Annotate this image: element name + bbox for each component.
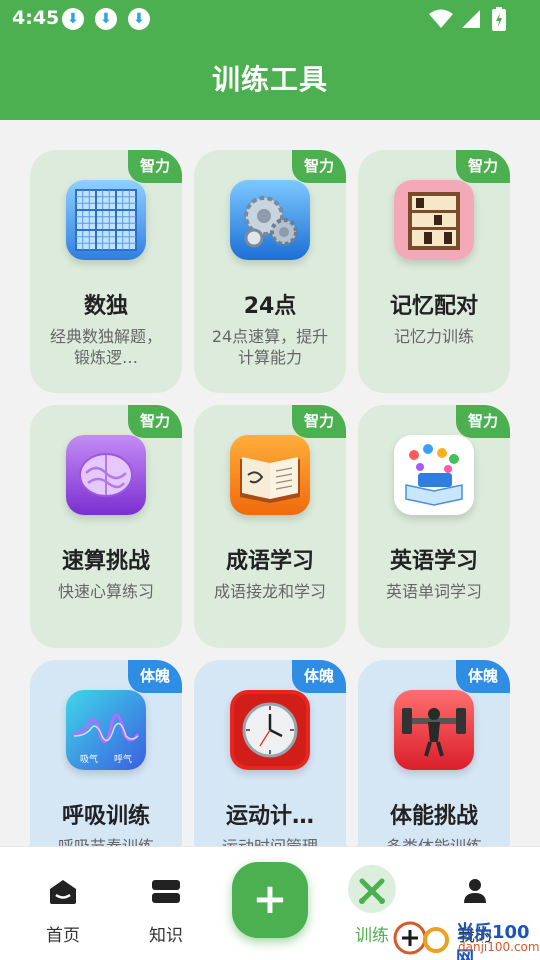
- download-icon: ⬇: [95, 8, 117, 30]
- tool-title: 速算挑战: [61, 549, 150, 574]
- inhale-label: 吸气: [80, 755, 99, 765]
- plus-icon: +: [252, 874, 288, 923]
- tool-card-idiom-learning[interactable]: 智力 成语学习 成语接龙和学习: [194, 405, 346, 648]
- tool-card-fitness-challenge[interactable]: 体魄 体能挑战 多类体能训练: [358, 660, 510, 846]
- status-time: 4:45: [12, 7, 60, 29]
- tool-desc: 成语接龙和学习: [213, 582, 326, 601]
- category-tag: 体魄: [292, 660, 346, 693]
- download-icon: ⬇: [128, 8, 150, 30]
- tool-desc: 24点速算，提升计算能力: [211, 327, 329, 367]
- page-title: 训练工具: [211, 63, 328, 96]
- nav-item-home[interactable]: 首页: [18, 847, 108, 960]
- tool-title: 运动计…: [225, 804, 314, 829]
- add-button[interactable]: +: [232, 862, 308, 938]
- tool-card-24-points[interactable]: 智力 24点 24点速算，提升计算能力: [194, 150, 346, 393]
- category-tag: 智力: [292, 405, 346, 438]
- tool-desc: 英语单词学习: [385, 582, 482, 601]
- watermark-logo: 当乐100网 danji100.com: [392, 912, 540, 960]
- gears-icon: [230, 180, 310, 260]
- dumbbell-icon: [394, 690, 474, 770]
- tool-card-memory-match[interactable]: 智力 记忆配对 记忆力训练: [358, 150, 510, 393]
- category-tag: 智力: [456, 150, 510, 183]
- nav-item-knowledge[interactable]: 知识: [121, 847, 211, 960]
- breath-wave-icon: 吸气 呼气: [66, 690, 146, 770]
- clock-icon: [230, 690, 310, 770]
- book-icon: [230, 435, 310, 515]
- wifi-icon: [429, 9, 453, 28]
- status-icons: [420, 0, 540, 40]
- brain-icon: [66, 435, 146, 515]
- training-icon: [359, 878, 385, 904]
- tool-desc: 记忆力训练: [393, 327, 474, 346]
- category-tag: 智力: [128, 150, 182, 183]
- category-tag: 智力: [456, 405, 510, 438]
- home-icon: [50, 880, 76, 904]
- category-tag: 智力: [128, 405, 182, 438]
- tool-card-speed-math[interactable]: 智力 速算挑战 快速心算练习: [30, 405, 182, 648]
- tool-card-sudoku[interactable]: 智力 数独 经典数独解题，锻炼逻…: [30, 150, 182, 393]
- battery-icon: [492, 7, 506, 31]
- app-header: 训练工具: [0, 40, 540, 120]
- signal-icon: [462, 10, 480, 28]
- status-bar: 4:45 ⬇ ⬇ ⬇: [0, 0, 540, 40]
- watermark-url: danji100.com: [458, 940, 540, 954]
- abc-book-icon: [394, 435, 474, 515]
- tool-card-english-learning[interactable]: 智力 英语学习 英语单词学习: [358, 405, 510, 648]
- category-tag: 智力: [292, 150, 346, 183]
- sudoku-icon: [66, 180, 146, 260]
- tool-desc: 运动时间管理: [208, 836, 332, 846]
- profile-icon: [464, 879, 486, 903]
- knowledge-icon: [152, 880, 180, 903]
- category-tag: 体魄: [456, 660, 510, 693]
- tool-desc: 呼吸节奏训练: [44, 836, 168, 846]
- watermark-icon: [393, 921, 449, 955]
- download-icon: ⬇: [62, 8, 84, 30]
- tool-title: 体能挑战: [389, 804, 478, 829]
- tool-desc: 经典数独解题，锻炼逻…: [49, 327, 162, 367]
- exhale-label: 呼气: [114, 755, 133, 765]
- nav-label: 首页: [46, 926, 80, 946]
- category-tag: 体魄: [128, 660, 182, 693]
- tool-title: 英语学习: [389, 549, 478, 574]
- nav-label: 知识: [149, 926, 183, 946]
- tool-grid: 智力 数独 经典数独解题，锻炼逻… 智力 24点 24点速算，提升计算能力 智力…: [0, 120, 540, 846]
- memory-shelf-icon: [394, 180, 474, 260]
- tool-desc: 快速心算练习: [57, 582, 154, 601]
- tool-title: 成语学习: [225, 549, 314, 574]
- tool-title: 数独: [83, 294, 128, 319]
- tool-card-exercise-timer[interactable]: 体魄 运动计… 运动时间管理: [194, 660, 346, 846]
- tool-title: 呼吸训练: [61, 804, 150, 829]
- tool-title: 24点: [243, 294, 297, 319]
- tool-card-breathing[interactable]: 体魄 吸气 呼气 呼吸训练 呼吸节奏训练: [30, 660, 182, 846]
- tool-title: 记忆配对: [389, 294, 478, 319]
- tool-desc: 多类体能训练: [372, 836, 496, 846]
